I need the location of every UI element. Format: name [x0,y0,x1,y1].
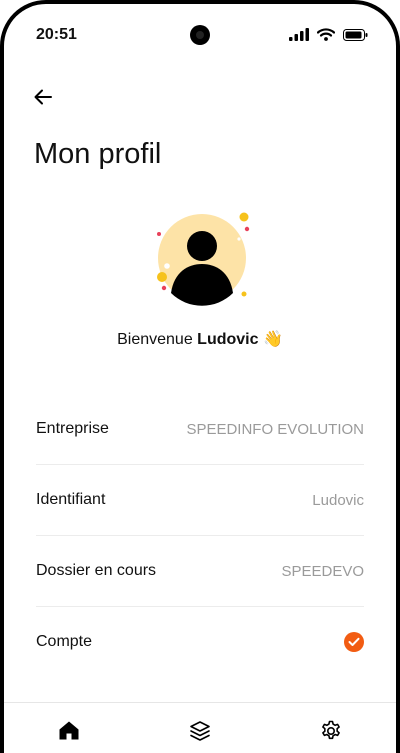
tab-settings[interactable] [311,711,351,751]
detail-value: Ludovic [312,491,364,509]
detail-value: SPEEDINFO EVOLUTION [186,420,364,438]
status-bar: 20:51 [4,4,396,70]
welcome-message: Bienvenue Ludovic 👋 [4,329,396,349]
status-icons [289,28,368,41]
home-icon [59,721,79,740]
profile-details-list: Entreprise SPEEDINFO EVOLUTION Identifia… [36,394,364,677]
detail-row-entreprise: Entreprise SPEEDINFO EVOLUTION [36,394,364,465]
detail-value: SPEEDEVO [281,562,364,580]
battery-icon [343,28,368,41]
tab-home[interactable] [49,711,89,751]
detail-label: Entreprise [36,420,109,437]
arrow-left-icon [34,89,52,105]
phone-frame: 20:51 Mon profil Bienvenue Ludovic 👋 Ent… [0,0,400,753]
layers-icon [190,720,210,741]
bottom-tab-bar [4,702,396,753]
detail-label: Dossier en cours [36,562,157,579]
wifi-icon [317,28,335,41]
signal-icon [289,28,309,41]
status-time: 20:51 [36,26,77,43]
user-avatar-icon [157,212,250,306]
detail-row-dossier: Dossier en cours SPEEDEVO [36,536,364,607]
waving-hand-emoji: 👋 [262,331,283,348]
user-name: Ludovic [197,331,259,348]
check-circle-icon [344,632,364,652]
tab-layers[interactable] [180,711,220,751]
detail-row-identifiant: Identifiant Ludovic [36,465,364,536]
page-title: Mon profil [34,138,162,170]
detail-label: Identifiant [36,491,106,508]
back-button[interactable] [28,82,58,112]
detail-label: Compte [36,633,93,650]
welcome-text: Bienvenue [117,331,193,348]
front-camera [190,25,210,45]
settings-icon [321,720,340,739]
detail-row-compte: Compte [36,607,364,677]
